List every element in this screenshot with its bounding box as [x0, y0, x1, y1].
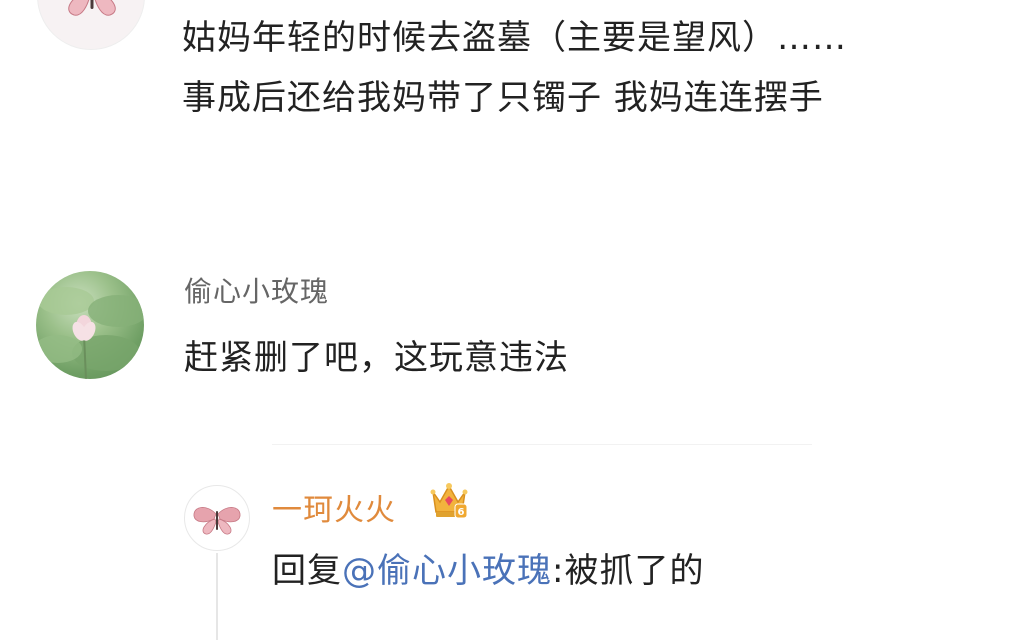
divider — [272, 444, 812, 445]
reply-avatar[interactable] — [184, 485, 250, 551]
reply-text: 回复@偷心小玫瑰:被抓了的 — [272, 543, 704, 592]
lotus-icon — [36, 287, 144, 379]
reply-username[interactable]: 一珂火火 — [272, 485, 396, 529]
reply-prefix: 回复 — [272, 551, 342, 591]
commenter-avatar[interactable] — [36, 271, 144, 379]
comment-text-line: 姑妈年轻的时候去盗墓（主要是望风）…… — [182, 18, 847, 58]
commenter-avatar[interactable] — [37, 0, 145, 50]
butterfly-icon — [193, 507, 241, 535]
svg-text:6: 6 — [458, 507, 465, 518]
comment-thread: 姑妈年轻的时候去盗墓（主要是望风）…… 事成后还给我妈带了只镯子 我妈连连摆手 … — [0, 0, 1025, 640]
comment-text: 赶紧删了吧，这玩意违法 — [184, 338, 569, 378]
butterfly-icon — [68, 0, 116, 16]
reply-content: 被抓了的 — [564, 551, 705, 591]
reply-separator: : — [552, 551, 565, 591]
thread-connector — [216, 553, 218, 640]
comment-text-line: 事成后还给我妈带了只镯子 我妈连连摆手 — [182, 78, 824, 118]
crown-icon: 6 — [428, 478, 470, 522]
mention-link[interactable]: @偷心小玫瑰 — [342, 551, 552, 591]
comment-username[interactable]: 偷心小玫瑰 — [184, 270, 329, 310]
